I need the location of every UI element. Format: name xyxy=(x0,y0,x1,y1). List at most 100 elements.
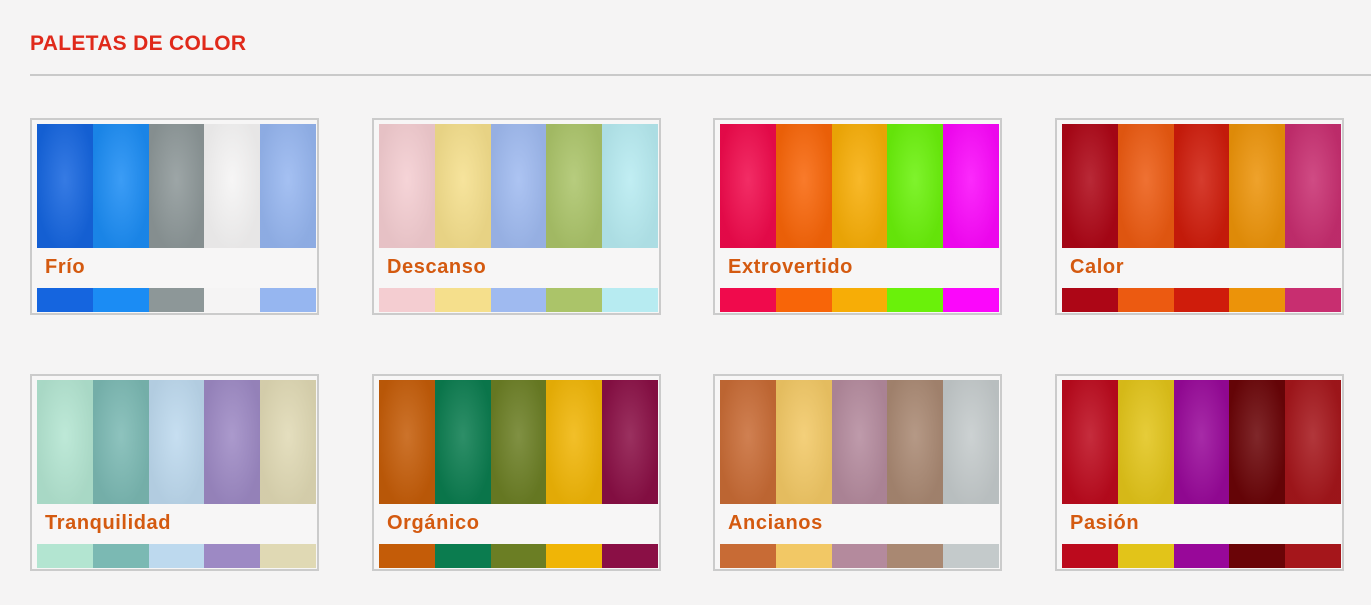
palette-swatches-large xyxy=(1062,124,1341,248)
palette-card-tranquilidad[interactable]: Tranquilidad xyxy=(30,374,319,571)
color-swatch xyxy=(1117,544,1174,568)
color-swatch xyxy=(260,544,316,568)
color-swatch xyxy=(1062,124,1118,248)
color-swatch xyxy=(1229,288,1286,312)
palette-swatches-small xyxy=(37,288,316,312)
palette-card-pasion[interactable]: Pasión xyxy=(1055,374,1344,571)
color-swatch xyxy=(720,544,776,568)
color-swatch xyxy=(720,124,776,248)
palette-card-ancianos[interactable]: Ancianos xyxy=(713,374,1002,571)
color-swatch xyxy=(434,544,491,568)
color-swatch xyxy=(602,124,658,248)
color-swatch xyxy=(887,380,944,504)
palette-swatches-large xyxy=(379,380,658,504)
palette-name: Extrovertido xyxy=(728,256,854,278)
color-swatch xyxy=(602,544,658,568)
color-swatch xyxy=(775,380,832,504)
palette-name: Pasión xyxy=(1070,512,1140,534)
color-swatch xyxy=(1285,380,1341,504)
palette-swatches-large xyxy=(720,124,999,248)
color-swatch xyxy=(831,544,888,568)
color-swatch xyxy=(260,124,316,248)
color-swatch xyxy=(1285,544,1341,568)
color-swatch xyxy=(943,544,999,568)
color-swatch xyxy=(434,288,491,312)
palette-swatches-small xyxy=(720,544,999,568)
color-swatch xyxy=(887,544,944,568)
palette-name: Descanso xyxy=(387,256,487,278)
color-swatch xyxy=(204,124,261,248)
color-swatch xyxy=(379,544,435,568)
color-swatch xyxy=(379,124,435,248)
color-swatch xyxy=(1285,288,1341,312)
color-swatch xyxy=(720,288,776,312)
color-swatch xyxy=(943,380,999,504)
color-swatch xyxy=(148,288,205,312)
color-swatch xyxy=(1229,124,1286,248)
color-swatch xyxy=(92,544,149,568)
color-swatch xyxy=(1062,380,1118,504)
color-swatch xyxy=(260,380,316,504)
color-swatch xyxy=(490,288,547,312)
palette-name: Ancianos xyxy=(728,512,823,534)
color-swatch xyxy=(490,124,547,248)
palette-swatches-large xyxy=(37,380,316,504)
color-swatch xyxy=(1117,288,1174,312)
color-swatch xyxy=(546,124,603,248)
color-swatch xyxy=(1229,380,1286,504)
color-swatch xyxy=(546,544,603,568)
color-swatch xyxy=(434,380,491,504)
color-swatch xyxy=(148,544,205,568)
palette-swatches-large xyxy=(720,380,999,504)
color-swatch xyxy=(546,288,603,312)
color-swatch xyxy=(1117,124,1174,248)
color-swatch xyxy=(37,380,93,504)
palette-swatches-small xyxy=(1062,288,1341,312)
palette-swatches-small xyxy=(1062,544,1341,568)
color-swatch xyxy=(92,124,149,248)
color-swatch xyxy=(831,288,888,312)
palette-name: Orgánico xyxy=(387,512,480,534)
color-swatch xyxy=(546,380,603,504)
color-swatch xyxy=(204,380,261,504)
color-swatch xyxy=(943,288,999,312)
palette-card-organico[interactable]: Orgánico xyxy=(372,374,661,571)
color-swatch xyxy=(775,124,832,248)
palettes-page: { "header": { "title": "PALETAS DE COLOR… xyxy=(0,0,1371,605)
color-swatch xyxy=(92,288,149,312)
color-swatch xyxy=(943,124,999,248)
color-swatch xyxy=(831,380,888,504)
color-swatch xyxy=(1173,380,1230,504)
palette-swatches-small xyxy=(720,288,999,312)
color-swatch xyxy=(1229,544,1286,568)
color-swatch xyxy=(1117,380,1174,504)
palette-grid: Frío Descanso Extrovertido Calor Tranqui… xyxy=(0,0,1371,605)
palette-swatches-large xyxy=(37,124,316,248)
palette-card-descanso[interactable]: Descanso xyxy=(372,118,661,315)
color-swatch xyxy=(1062,544,1118,568)
palette-name: Tranquilidad xyxy=(45,512,172,534)
color-swatch xyxy=(1285,124,1341,248)
color-swatch xyxy=(831,124,888,248)
color-swatch xyxy=(434,124,491,248)
palette-swatches-small xyxy=(37,544,316,568)
color-swatch xyxy=(490,544,547,568)
color-swatch xyxy=(1173,288,1230,312)
color-swatch xyxy=(148,380,205,504)
color-swatch xyxy=(37,544,93,568)
color-swatch xyxy=(1173,124,1230,248)
color-swatch xyxy=(37,124,93,248)
color-swatch xyxy=(1173,544,1230,568)
color-swatch xyxy=(602,288,658,312)
palette-card-extrovertido[interactable]: Extrovertido xyxy=(713,118,1002,315)
palette-swatches-large xyxy=(379,124,658,248)
color-swatch xyxy=(379,380,435,504)
palette-swatches-small xyxy=(379,288,658,312)
palette-card-calor[interactable]: Calor xyxy=(1055,118,1344,315)
color-swatch xyxy=(1062,288,1118,312)
color-swatch xyxy=(720,380,776,504)
color-swatch xyxy=(490,380,547,504)
palette-name: Calor xyxy=(1070,256,1125,278)
palette-card-frio[interactable]: Frío xyxy=(30,118,319,315)
color-swatch xyxy=(148,124,205,248)
